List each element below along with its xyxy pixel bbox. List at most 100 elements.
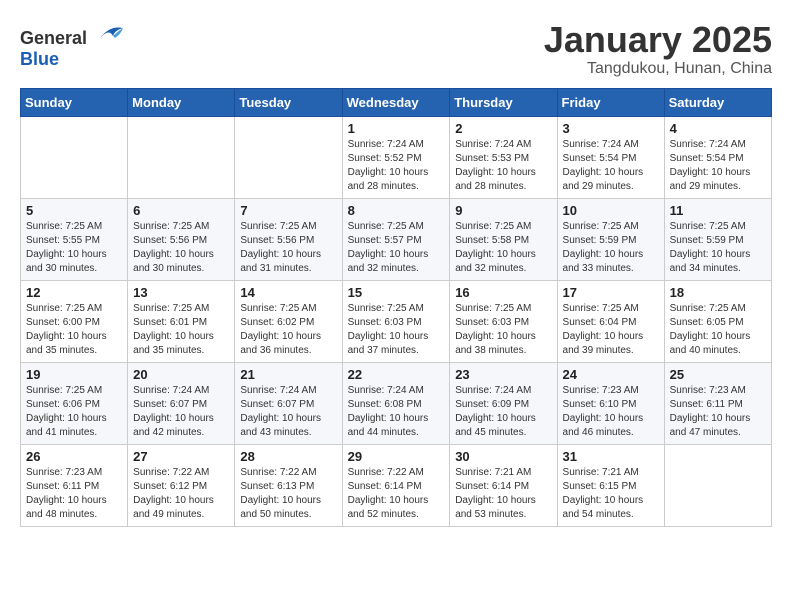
calendar-cell — [21, 116, 128, 198]
day-info: Sunrise: 7:23 AM Sunset: 6:10 PM Dayligh… — [563, 384, 659, 440]
month-title: January 2025 — [544, 20, 772, 60]
day-number: 5 — [26, 203, 122, 218]
day-info: Sunrise: 7:25 AM Sunset: 6:02 PM Dayligh… — [240, 302, 336, 358]
calendar-cell: 5 Sunrise: 7:25 AM Sunset: 5:55 PM Daylig… — [21, 198, 128, 280]
day-info: Sunrise: 7:21 AM Sunset: 6:14 PM Dayligh… — [455, 466, 551, 522]
calendar-cell: 8 Sunrise: 7:25 AM Sunset: 5:57 PM Daylig… — [342, 198, 450, 280]
day-number: 21 — [240, 367, 336, 382]
calendar-cell: 24 Sunrise: 7:23 AM Sunset: 6:10 PM Dayli… — [557, 362, 664, 444]
calendar-week-row: 5 Sunrise: 7:25 AM Sunset: 5:55 PM Daylig… — [21, 198, 772, 280]
day-number: 28 — [240, 449, 336, 464]
calendar-cell: 28Sunrise: 7:22 AM Sunset: 6:13 PM Dayli… — [235, 444, 342, 526]
calendar-cell: 17 Sunrise: 7:25 AM Sunset: 6:04 PM Dayli… — [557, 280, 664, 362]
day-of-week-header: Friday — [557, 88, 664, 116]
day-number: 7 — [240, 203, 336, 218]
calendar-cell: 14 Sunrise: 7:25 AM Sunset: 6:02 PM Dayli… — [235, 280, 342, 362]
calendar-cell: 13Sunrise: 7:25 AM Sunset: 6:01 PM Dayli… — [128, 280, 235, 362]
day-number: 1 — [348, 121, 445, 136]
day-number: 30 — [455, 449, 551, 464]
day-info: Sunrise: 7:25 AM Sunset: 5:58 PM Dayligh… — [455, 220, 551, 276]
day-info: Sunrise: 7:24 AM Sunset: 5:52 PM Dayligh… — [348, 138, 445, 194]
calendar-cell — [664, 444, 771, 526]
day-info: Sunrise: 7:25 AM Sunset: 5:56 PM Dayligh… — [133, 220, 229, 276]
day-of-week-header: Tuesday — [235, 88, 342, 116]
day-info: Sunrise: 7:25 AM Sunset: 6:00 PM Dayligh… — [26, 302, 122, 358]
day-number: 27 — [133, 449, 229, 464]
day-number: 25 — [670, 367, 766, 382]
day-info: Sunrise: 7:23 AM Sunset: 6:11 PM Dayligh… — [26, 466, 122, 522]
day-number: 12 — [26, 285, 122, 300]
day-info: Sunrise: 7:25 AM Sunset: 5:59 PM Dayligh… — [563, 220, 659, 276]
calendar-cell: 10Sunrise: 7:25 AM Sunset: 5:59 PM Dayli… — [557, 198, 664, 280]
day-info: Sunrise: 7:24 AM Sunset: 6:08 PM Dayligh… — [348, 384, 445, 440]
calendar-cell: 18 Sunrise: 7:25 AM Sunset: 6:05 PM Dayli… — [664, 280, 771, 362]
day-info: Sunrise: 7:25 AM Sunset: 6:06 PM Dayligh… — [26, 384, 122, 440]
day-number: 14 — [240, 285, 336, 300]
day-info: Sunrise: 7:24 AM Sunset: 6:07 PM Dayligh… — [240, 384, 336, 440]
day-of-week-header: Thursday — [450, 88, 557, 116]
day-info: Sunrise: 7:22 AM Sunset: 6:14 PM Dayligh… — [348, 466, 445, 522]
day-number: 24 — [563, 367, 659, 382]
calendar-week-row: 19 Sunrise: 7:25 AM Sunset: 6:06 PM Dayli… — [21, 362, 772, 444]
calendar-cell: 21 Sunrise: 7:24 AM Sunset: 6:07 PM Dayli… — [235, 362, 342, 444]
calendar-table: SundayMondayTuesdayWednesdayThursdayFrid… — [20, 88, 772, 527]
day-info: Sunrise: 7:25 AM Sunset: 6:01 PM Dayligh… — [133, 302, 229, 358]
day-number: 19 — [26, 367, 122, 382]
day-info: Sunrise: 7:24 AM Sunset: 5:53 PM Dayligh… — [455, 138, 551, 194]
calendar-cell: 9 Sunrise: 7:25 AM Sunset: 5:58 PM Daylig… — [450, 198, 557, 280]
calendar-cell: 3Sunrise: 7:24 AM Sunset: 5:54 PM Daylig… — [557, 116, 664, 198]
day-of-week-header: Monday — [128, 88, 235, 116]
day-number: 15 — [348, 285, 445, 300]
day-info: Sunrise: 7:24 AM Sunset: 6:09 PM Dayligh… — [455, 384, 551, 440]
logo-general-text: General — [20, 28, 87, 48]
calendar-cell: 26 Sunrise: 7:23 AM Sunset: 6:11 PM Dayli… — [21, 444, 128, 526]
logo: General Blue — [20, 20, 125, 70]
calendar-cell: 4 Sunrise: 7:24 AM Sunset: 5:54 PM Daylig… — [664, 116, 771, 198]
day-info: Sunrise: 7:25 AM Sunset: 6:04 PM Dayligh… — [563, 302, 659, 358]
calendar-cell: 29 Sunrise: 7:22 AM Sunset: 6:14 PM Dayli… — [342, 444, 450, 526]
calendar-week-row: 12 Sunrise: 7:25 AM Sunset: 6:00 PM Dayli… — [21, 280, 772, 362]
day-number: 9 — [455, 203, 551, 218]
day-info: Sunrise: 7:25 AM Sunset: 5:56 PM Dayligh… — [240, 220, 336, 276]
calendar-header-row: SundayMondayTuesdayWednesdayThursdayFrid… — [21, 88, 772, 116]
calendar-cell: 19 Sunrise: 7:25 AM Sunset: 6:06 PM Dayli… — [21, 362, 128, 444]
calendar-cell — [235, 116, 342, 198]
day-number: 4 — [670, 121, 766, 136]
logo-bird-icon — [95, 20, 125, 44]
day-number: 29 — [348, 449, 445, 464]
day-info: Sunrise: 7:25 AM Sunset: 5:59 PM Dayligh… — [670, 220, 766, 276]
day-info: Sunrise: 7:23 AM Sunset: 6:11 PM Dayligh… — [670, 384, 766, 440]
day-info: Sunrise: 7:24 AM Sunset: 5:54 PM Dayligh… — [670, 138, 766, 194]
calendar-cell: 15 Sunrise: 7:25 AM Sunset: 6:03 PM Dayli… — [342, 280, 450, 362]
calendar-week-row: 26 Sunrise: 7:23 AM Sunset: 6:11 PM Dayli… — [21, 444, 772, 526]
day-number: 26 — [26, 449, 122, 464]
calendar-cell: 20Sunrise: 7:24 AM Sunset: 6:07 PM Dayli… — [128, 362, 235, 444]
calendar-cell: 31Sunrise: 7:21 AM Sunset: 6:15 PM Dayli… — [557, 444, 664, 526]
day-info: Sunrise: 7:25 AM Sunset: 6:03 PM Dayligh… — [455, 302, 551, 358]
calendar-cell: 27 Sunrise: 7:22 AM Sunset: 6:12 PM Dayli… — [128, 444, 235, 526]
day-of-week-header: Wednesday — [342, 88, 450, 116]
day-info: Sunrise: 7:24 AM Sunset: 6:07 PM Dayligh… — [133, 384, 229, 440]
day-of-week-header: Sunday — [21, 88, 128, 116]
calendar-week-row: 1 Sunrise: 7:24 AM Sunset: 5:52 PM Daylig… — [21, 116, 772, 198]
day-of-week-header: Saturday — [664, 88, 771, 116]
day-number: 8 — [348, 203, 445, 218]
day-number: 2 — [455, 121, 551, 136]
title-section: January 2025 Tangdukou, Hunan, China — [544, 20, 772, 78]
day-info: Sunrise: 7:25 AM Sunset: 5:55 PM Dayligh… — [26, 220, 122, 276]
calendar-cell: 23Sunrise: 7:24 AM Sunset: 6:09 PM Dayli… — [450, 362, 557, 444]
calendar-cell: 12 Sunrise: 7:25 AM Sunset: 6:00 PM Dayli… — [21, 280, 128, 362]
day-number: 11 — [670, 203, 766, 218]
day-number: 16 — [455, 285, 551, 300]
calendar-cell: 11 Sunrise: 7:25 AM Sunset: 5:59 PM Dayli… — [664, 198, 771, 280]
day-info: Sunrise: 7:25 AM Sunset: 5:57 PM Dayligh… — [348, 220, 445, 276]
day-info: Sunrise: 7:22 AM Sunset: 6:12 PM Dayligh… — [133, 466, 229, 522]
day-number: 17 — [563, 285, 659, 300]
day-info: Sunrise: 7:25 AM Sunset: 6:03 PM Dayligh… — [348, 302, 445, 358]
calendar-cell: 1 Sunrise: 7:24 AM Sunset: 5:52 PM Daylig… — [342, 116, 450, 198]
day-info: Sunrise: 7:24 AM Sunset: 5:54 PM Dayligh… — [563, 138, 659, 194]
calendar-cell: 16 Sunrise: 7:25 AM Sunset: 6:03 PM Dayli… — [450, 280, 557, 362]
day-number: 18 — [670, 285, 766, 300]
day-info: Sunrise: 7:25 AM Sunset: 6:05 PM Dayligh… — [670, 302, 766, 358]
day-number: 22 — [348, 367, 445, 382]
